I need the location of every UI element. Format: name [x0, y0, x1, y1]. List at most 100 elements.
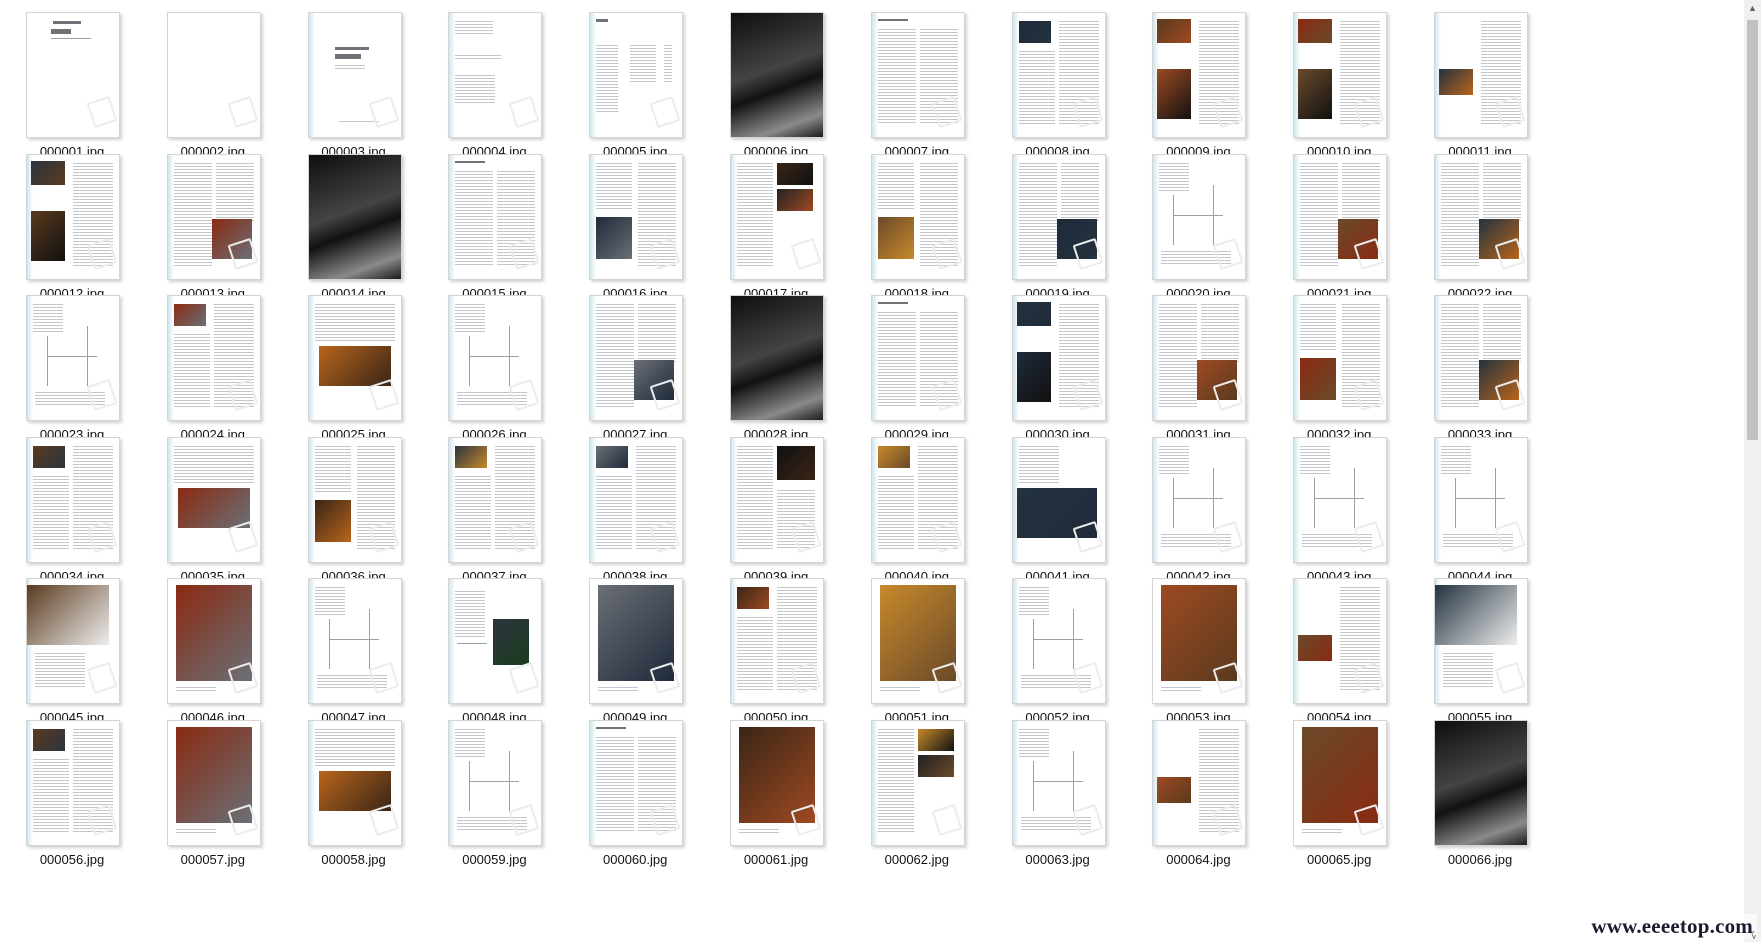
file-item[interactable]: 000047.jpg — [284, 578, 424, 738]
file-item[interactable]: 000051.jpg — [847, 578, 987, 738]
file-item[interactable]: 000020.jpg — [1128, 153, 1268, 314]
file-thumbnail[interactable] — [1152, 295, 1247, 422]
file-thumbnail[interactable] — [730, 153, 824, 280]
file-name-label[interactable]: 000064.jpg — [1128, 852, 1268, 867]
file-item[interactable]: 000037.jpg — [424, 436, 564, 597]
file-item[interactable]: 000055.jpg — [1410, 578, 1550, 738]
file-item[interactable]: 000021.jpg — [1269, 153, 1409, 314]
file-thumbnail[interactable] — [1434, 295, 1528, 422]
file-name-label[interactable]: 000063.jpg — [988, 852, 1128, 867]
file-thumbnail[interactable] — [589, 720, 684, 846]
file-thumbnail[interactable] — [448, 720, 543, 846]
file-thumbnail[interactable] — [1293, 295, 1388, 422]
file-item[interactable]: 000040.jpg — [847, 436, 987, 597]
file-item[interactable]: 000036.jpg — [284, 436, 424, 597]
file-item[interactable]: 000065.jpg — [1269, 720, 1409, 880]
file-item[interactable]: 000060.jpg — [565, 720, 705, 880]
file-thumbnail[interactable] — [1011, 720, 1106, 846]
file-item[interactable]: 000041.jpg — [988, 436, 1128, 597]
file-item[interactable]: 000011.jpg — [1410, 12, 1550, 172]
file-thumbnail[interactable] — [870, 295, 965, 422]
file-name-label[interactable]: 000058.jpg — [284, 852, 424, 867]
file-name-label[interactable]: 000062.jpg — [847, 852, 987, 867]
file-thumbnail[interactable] — [589, 153, 684, 280]
file-name-label[interactable]: 000057.jpg — [143, 852, 283, 867]
file-item[interactable]: 000034.jpg — [2, 436, 142, 597]
file-item[interactable]: 000029.jpg — [847, 295, 987, 455]
file-thumbnail[interactable] — [730, 720, 824, 846]
file-item[interactable]: 000006.jpg — [706, 12, 846, 172]
file-item[interactable]: 000004.jpg — [424, 12, 564, 172]
file-thumbnail[interactable] — [870, 578, 965, 705]
file-thumbnail[interactable] — [307, 295, 402, 422]
file-item[interactable]: 000050.jpg — [706, 578, 846, 738]
file-item[interactable]: 000022.jpg — [1410, 153, 1550, 314]
file-name-label[interactable]: 000065.jpg — [1269, 852, 1409, 867]
file-thumbnail[interactable] — [1152, 720, 1247, 846]
file-thumbnail[interactable] — [730, 12, 824, 138]
file-thumbnail[interactable] — [448, 295, 543, 422]
file-thumbnail[interactable] — [1011, 295, 1106, 422]
file-item[interactable]: 000056.jpg — [2, 720, 142, 880]
file-item[interactable]: 000009.jpg — [1128, 12, 1268, 172]
file-thumbnail[interactable] — [1152, 436, 1247, 563]
file-item[interactable]: 000026.jpg — [424, 295, 564, 455]
file-name-label[interactable]: 000056.jpg — [2, 852, 142, 867]
file-item[interactable]: 000001.jpg — [2, 12, 142, 172]
file-item[interactable]: 000054.jpg — [1269, 578, 1409, 738]
file-thumbnail[interactable] — [1152, 153, 1247, 280]
file-item[interactable]: 000002.jpg — [143, 12, 283, 172]
file-thumbnail[interactable] — [448, 578, 543, 705]
file-thumbnail[interactable] — [166, 12, 261, 138]
file-item[interactable]: 000062.jpg — [847, 720, 987, 880]
file-item[interactable]: 000005.jpg — [565, 12, 705, 172]
file-thumbnail[interactable] — [589, 295, 684, 422]
scrollbar-thumb[interactable] — [1747, 20, 1758, 440]
file-thumbnail[interactable] — [1011, 153, 1106, 280]
file-name-label[interactable]: 000061.jpg — [706, 852, 846, 867]
file-item[interactable]: 000008.jpg — [988, 12, 1128, 172]
file-thumbnail[interactable] — [26, 436, 120, 563]
file-item[interactable]: 000024.jpg — [143, 295, 283, 455]
file-thumbnail[interactable] — [1011, 436, 1106, 563]
file-thumbnail[interactable] — [166, 295, 261, 422]
file-thumbnail[interactable] — [307, 153, 402, 280]
file-thumbnail[interactable] — [166, 720, 261, 846]
file-thumbnail[interactable] — [1434, 436, 1528, 563]
file-item[interactable]: 000058.jpg — [284, 720, 424, 880]
scroll-up-arrow-icon[interactable]: ▲ — [1744, 0, 1761, 17]
file-item[interactable]: 000014.jpg — [284, 153, 424, 314]
file-item[interactable]: 000045.jpg — [2, 578, 142, 738]
file-thumbnail[interactable] — [1011, 12, 1106, 138]
file-thumbnail[interactable] — [589, 578, 684, 705]
vertical-scrollbar[interactable]: ▲ ▼ — [1744, 0, 1761, 942]
file-item[interactable]: 000023.jpg — [2, 295, 142, 455]
file-thumbnail[interactable] — [1152, 12, 1247, 138]
file-item[interactable]: 000059.jpg — [424, 720, 564, 880]
file-thumbnail[interactable] — [870, 153, 965, 280]
file-thumbnail[interactable] — [166, 436, 261, 563]
file-item[interactable]: 000007.jpg — [847, 12, 987, 172]
file-item[interactable]: 000030.jpg — [988, 295, 1128, 455]
file-thumbnail[interactable] — [448, 436, 543, 563]
file-item[interactable]: 000015.jpg — [424, 153, 564, 314]
file-thumbnail[interactable] — [307, 436, 402, 563]
file-item[interactable]: 000063.jpg — [988, 720, 1128, 880]
file-item[interactable]: 000019.jpg — [988, 153, 1128, 314]
file-item[interactable]: 000049.jpg — [565, 578, 705, 738]
file-item[interactable]: 000048.jpg — [424, 578, 564, 738]
file-item[interactable]: 000061.jpg — [706, 720, 846, 880]
file-thumbnail[interactable] — [448, 12, 543, 138]
file-item[interactable]: 000035.jpg — [143, 436, 283, 597]
file-item[interactable]: 000018.jpg — [847, 153, 987, 314]
file-thumbnail[interactable] — [870, 12, 965, 138]
file-thumbnail[interactable] — [26, 578, 120, 705]
file-item[interactable]: 000013.jpg — [143, 153, 283, 314]
file-item[interactable]: 000017.jpg — [706, 153, 846, 314]
file-thumbnail[interactable] — [1434, 153, 1528, 280]
file-item[interactable]: 000039.jpg — [706, 436, 846, 597]
file-thumbnail[interactable] — [1293, 153, 1388, 280]
file-thumbnail[interactable] — [589, 436, 684, 563]
file-thumbnail[interactable] — [26, 720, 120, 846]
file-item[interactable]: 000031.jpg — [1128, 295, 1268, 455]
